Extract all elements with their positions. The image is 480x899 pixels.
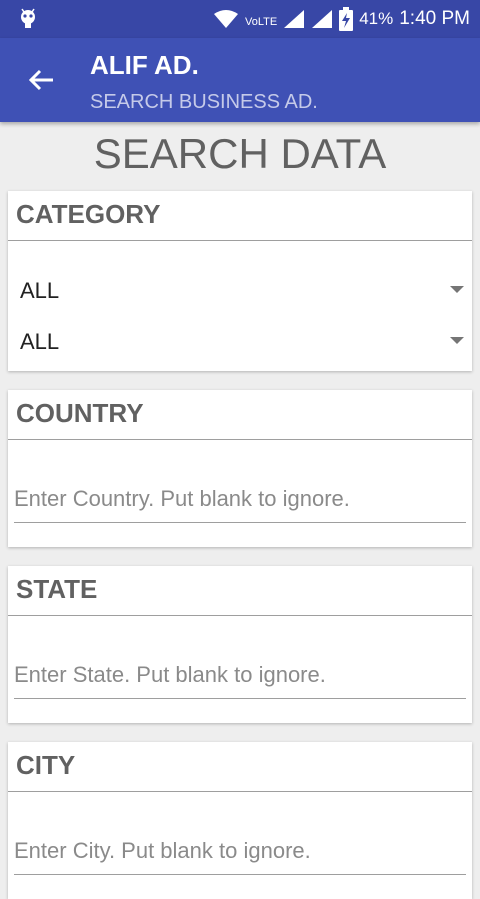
clock-time: 1:40 PM xyxy=(399,8,470,29)
back-arrow-icon[interactable] xyxy=(26,65,56,95)
state-field-wrapper xyxy=(14,658,466,699)
city-field-wrapper xyxy=(14,834,466,875)
category-select-value: ALL xyxy=(20,278,60,303)
city-header: CITY xyxy=(8,742,472,792)
signal-icon xyxy=(284,10,305,28)
city-card: CITY xyxy=(8,742,472,899)
city-heading: CITY xyxy=(16,750,76,780)
country-card: COUNTRY xyxy=(8,390,472,547)
category-select[interactable]: ALL xyxy=(20,270,464,310)
city-input[interactable] xyxy=(14,838,466,864)
country-input[interactable] xyxy=(14,486,466,512)
state-heading: STATE xyxy=(16,574,98,604)
subcategory-select[interactable]: ALL xyxy=(20,321,464,361)
page-title: SEARCH DATA xyxy=(93,130,387,177)
state-card: STATE xyxy=(8,566,472,723)
country-field-wrapper xyxy=(14,482,466,523)
country-header: COUNTRY xyxy=(8,390,472,440)
dropdown-arrow-icon xyxy=(450,337,464,344)
wifi-icon xyxy=(213,10,238,28)
app-bar: ALIF AD. SEARCH BUSINESS AD. xyxy=(0,38,480,122)
category-card: CATEGORY ALL ALL xyxy=(8,191,472,371)
status-bar: VoLTE 41% 1:40 PM xyxy=(0,0,480,38)
state-header: STATE xyxy=(8,566,472,616)
country-heading: COUNTRY xyxy=(16,398,144,428)
subcategory-select-value: ALL xyxy=(20,329,60,354)
battery-charging-icon xyxy=(339,7,354,31)
app-title: ALIF AD. xyxy=(90,50,199,80)
dropdown-arrow-icon xyxy=(450,286,464,293)
app-subtitle: SEARCH BUSINESS AD. xyxy=(90,91,318,113)
network-type-label: VoLTE xyxy=(244,16,278,28)
android-notification-icon xyxy=(21,8,35,28)
battery-percent: 41% xyxy=(359,9,394,28)
signal-2-icon xyxy=(312,10,333,28)
state-input[interactable] xyxy=(14,662,466,688)
category-header: CATEGORY xyxy=(8,191,472,241)
category-heading: CATEGORY xyxy=(16,199,161,229)
